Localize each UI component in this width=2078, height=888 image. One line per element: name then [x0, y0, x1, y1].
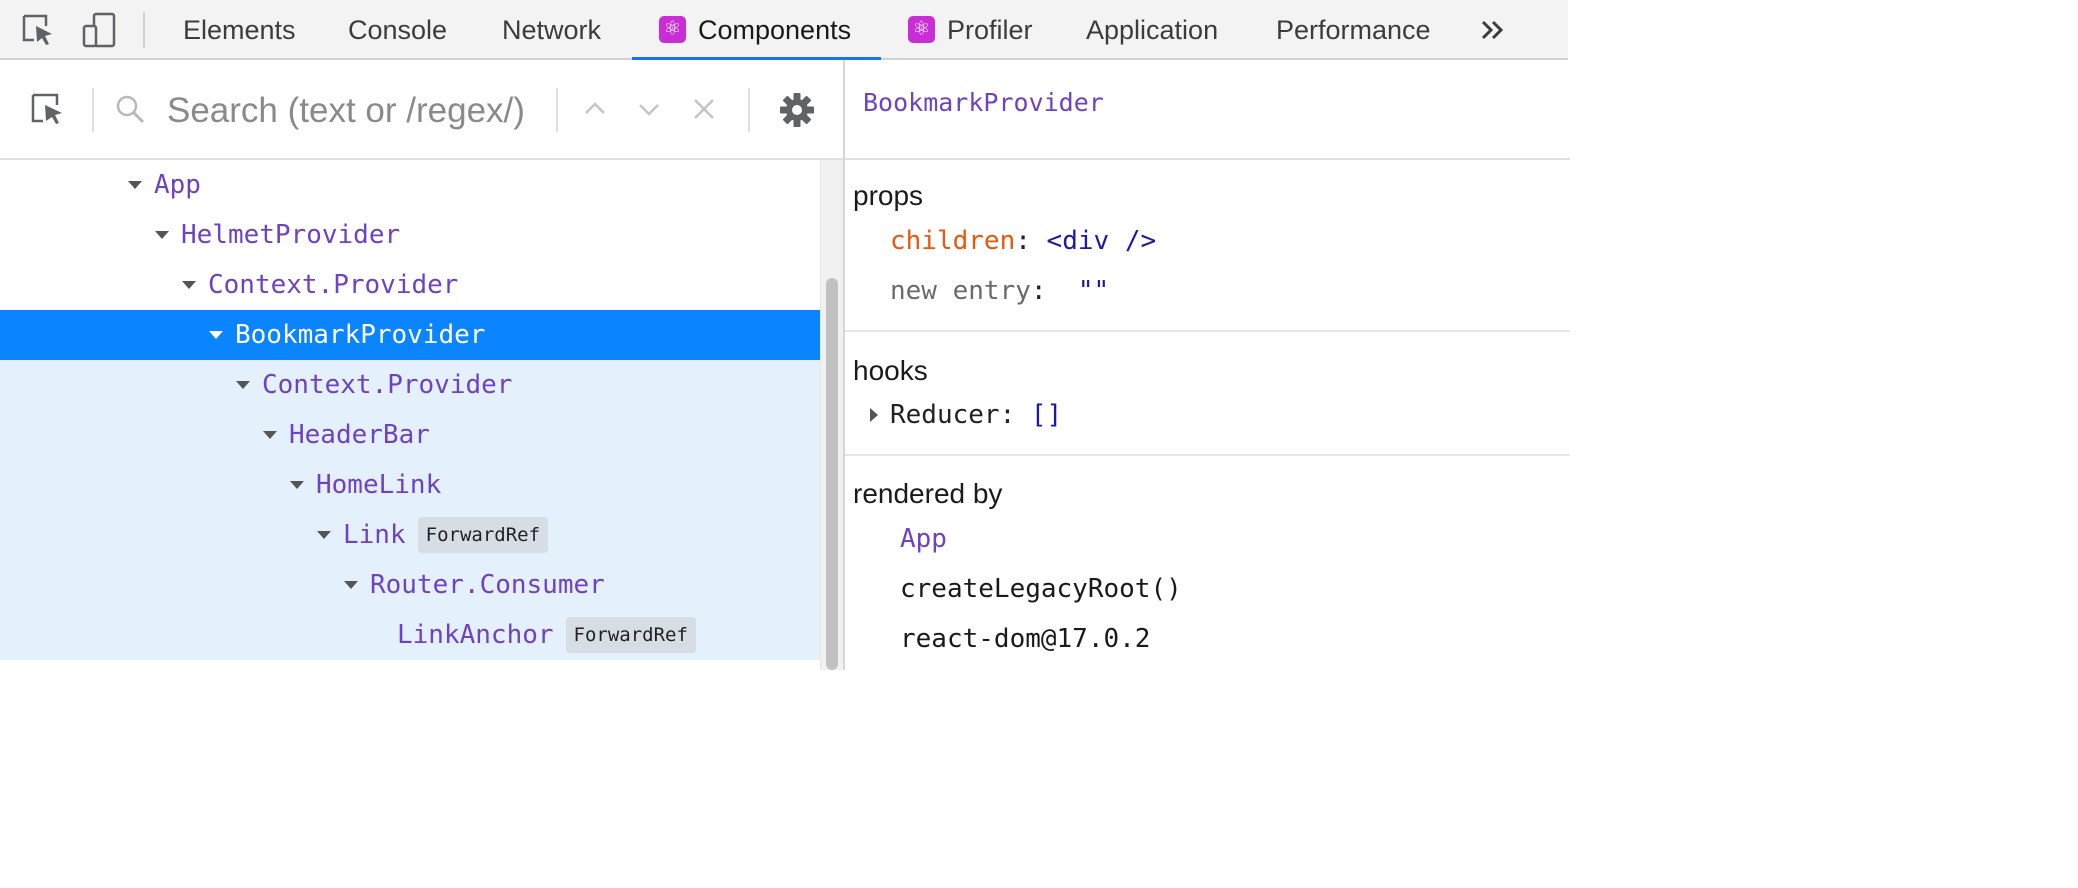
tree-scrollbar-thumb[interactable] [826, 278, 838, 670]
collapse-caret-icon[interactable] [263, 431, 277, 439]
rendered-by-section-title: rendered by [853, 478, 1003, 509]
react-logo-icon: ⚛ [908, 16, 935, 43]
prop-separator: : [1030, 276, 1078, 306]
inspector-header: BookmarkProvider [845, 60, 1570, 160]
owner-link-app[interactable]: App [900, 524, 947, 554]
tab-components[interactable]: Components [698, 0, 851, 60]
prop-separator: : [1015, 226, 1047, 256]
tree-scrollbar[interactable] [820, 160, 843, 670]
tree-row[interactable]: App [0, 160, 820, 210]
section-divider [845, 330, 1570, 332]
prop-key: children [890, 226, 1016, 256]
select-component-icon[interactable] [30, 92, 66, 128]
component-inspector-panel: BookmarkProvider props children: <div />… [843, 60, 1570, 670]
collapse-caret-icon[interactable] [317, 531, 331, 539]
toolbar-divider [143, 12, 145, 48]
hook-row[interactable]: Reducer: [] [870, 400, 1062, 430]
collapse-caret-icon[interactable] [344, 581, 358, 589]
new-prop-key[interactable]: new entry [890, 276, 1031, 306]
tree-search-bar [0, 60, 843, 160]
component-name: HelmetProvider [181, 220, 401, 250]
section-divider [845, 454, 1570, 456]
search-divider [748, 88, 750, 132]
hooks-section-title: hooks [853, 355, 928, 386]
component-name: LinkAnchor [397, 620, 554, 650]
component-tree: App HelmetProvider Context.Provider Bookmar… [0, 160, 820, 670]
component-name: App [154, 170, 201, 200]
owner-renderer-version: react-dom@17.0.2 [900, 624, 1151, 654]
tree-row[interactable]: HelmetProvider [0, 210, 820, 260]
prop-row[interactable]: children: <div /> [890, 226, 1156, 256]
tree-row[interactable]: HeaderBar [0, 410, 820, 460]
new-prop-value[interactable]: "" [1078, 276, 1109, 306]
component-name: Context.Provider [262, 370, 513, 400]
search-input[interactable] [165, 82, 549, 140]
component-tree-panel: App HelmetProvider Context.Provider Bookmar… [0, 60, 843, 670]
tab-performance[interactable]: Performance [1276, 0, 1431, 60]
settings-gear-icon[interactable] [778, 91, 816, 129]
component-name: HomeLink [316, 470, 442, 500]
collapse-caret-icon[interactable] [236, 381, 250, 389]
tab-profiler[interactable]: Profiler [947, 0, 1033, 60]
tree-row-selected[interactable]: BookmarkProvider [0, 310, 820, 360]
tab-console[interactable]: Console [348, 0, 447, 60]
collapse-caret-icon[interactable] [290, 481, 304, 489]
search-icon [116, 95, 145, 124]
hoc-badge: ForwardRef [565, 617, 696, 653]
tree-row[interactable]: HomeLink [0, 460, 820, 510]
tree-row[interactable]: Router.Consumer [0, 560, 820, 610]
next-result-chevron-down-icon[interactable] [636, 96, 662, 122]
component-name: Context.Provider [208, 270, 459, 300]
tree-row[interactable]: Context.Provider [0, 360, 820, 410]
tab-application[interactable]: Application [1086, 0, 1218, 60]
hook-separator: : [999, 400, 1031, 430]
devtools-tab-bar: Elements Console Network ⚛ Components ⚛ … [0, 0, 1568, 60]
collapse-caret-icon[interactable] [182, 281, 196, 289]
clear-search-close-icon[interactable] [690, 95, 718, 123]
component-name: BookmarkProvider [235, 320, 486, 350]
inspect-element-icon[interactable] [20, 12, 56, 48]
collapse-caret-icon[interactable] [155, 231, 169, 239]
owner-root-label: createLegacyRoot() [900, 574, 1182, 604]
tree-row[interactable]: Context.Provider [0, 260, 820, 310]
hoc-badge: ForwardRef [417, 517, 549, 553]
hook-name: Reducer [890, 400, 1000, 430]
tree-row[interactable]: LinkAnchor ForwardRef [0, 610, 820, 660]
prop-row[interactable]: new entry: "" [890, 276, 1109, 306]
tab-elements[interactable]: Elements [183, 0, 296, 60]
selected-component-title: BookmarkProvider [863, 88, 1104, 117]
component-name: HeaderBar [289, 420, 430, 450]
prop-value[interactable]: <div /> [1047, 226, 1157, 256]
component-name: Router.Consumer [370, 570, 605, 600]
expand-caret-icon[interactable] [870, 408, 878, 422]
more-tabs-chevron-icon[interactable] [1478, 12, 1508, 48]
tree-row[interactable]: Link ForwardRef [0, 510, 820, 560]
search-divider [556, 88, 558, 132]
react-logo-icon: ⚛ [659, 16, 686, 43]
search-divider [92, 88, 94, 132]
previous-result-chevron-up-icon[interactable] [582, 96, 608, 122]
collapse-caret-icon[interactable] [128, 181, 142, 189]
collapse-caret-icon[interactable] [209, 331, 223, 339]
component-name: Link [343, 520, 406, 550]
device-toolbar-icon[interactable] [82, 12, 118, 48]
props-section-title: props [853, 180, 924, 211]
tab-network[interactable]: Network [502, 0, 601, 60]
hook-value: [] [1030, 400, 1063, 430]
